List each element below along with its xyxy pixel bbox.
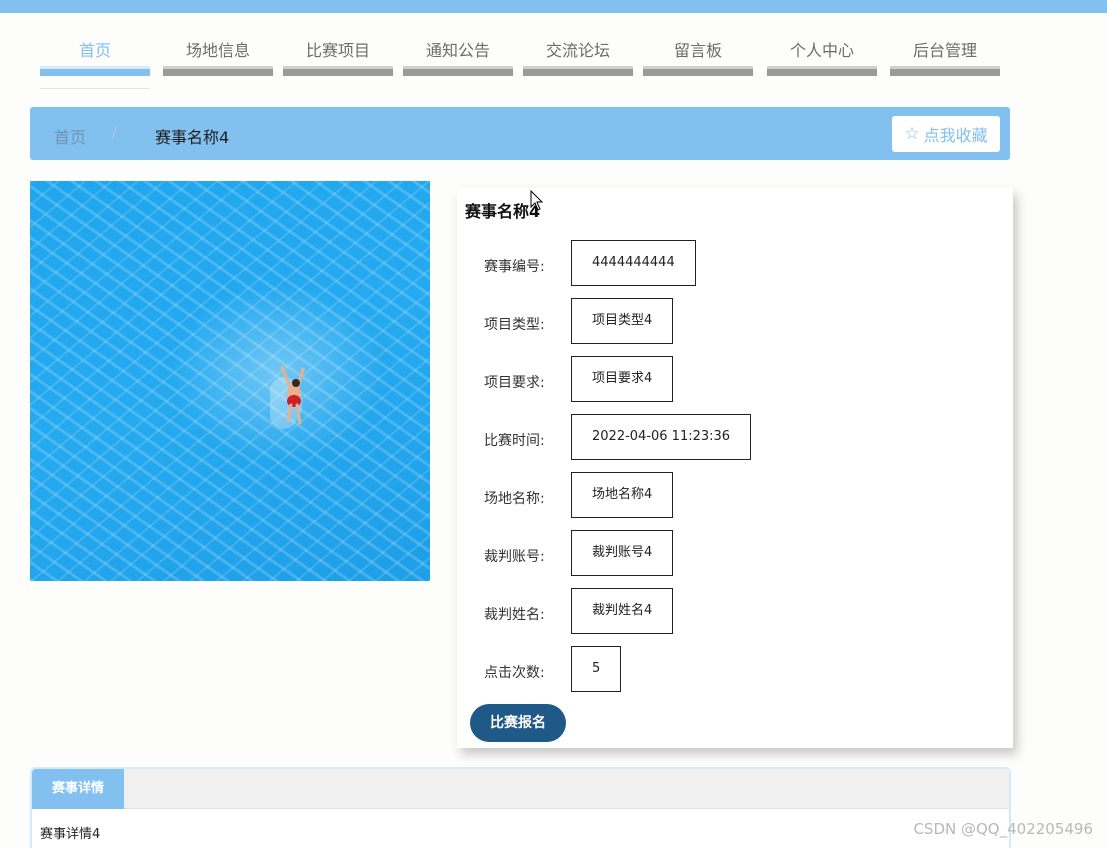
field-label-project-requirements: 项目要求: [484, 375, 545, 391]
nav-indicator [283, 66, 393, 76]
nav-indicator [163, 66, 273, 76]
field-label-venue-name: 场地名称: [484, 491, 545, 507]
nav-item-label: 通知公告 [425, 41, 490, 60]
top-accent-bar [0, 0, 1107, 13]
field-value-match-time: 2022-04-06 11:23:36 [571, 414, 752, 460]
field-value-referee-account: 裁判账号4 [571, 530, 674, 576]
nav-item-label: 留言板 [673, 41, 722, 60]
field-label-referee-name: 裁判姓名: [484, 607, 545, 623]
nav-item-competitions[interactable]: 比赛项目 [283, 28, 393, 76]
nav-indicator [403, 66, 513, 76]
field-label-event-id: 赛事编号: [484, 259, 545, 275]
field-value-project-type: 项目类型4 [571, 298, 674, 344]
field-label-match-time: 比赛时间: [484, 433, 545, 449]
nav-item-forum[interactable]: 交流论坛 [523, 28, 633, 76]
field-value-click-count: 5 [571, 646, 622, 692]
nav-indicator [523, 66, 633, 76]
field-label-click-count: 点击次数: [484, 665, 545, 681]
nav-indicator [767, 66, 877, 76]
signup-button[interactable]: 比赛报名 [470, 704, 566, 742]
nav-item-home[interactable]: 首页 [40, 28, 150, 89]
nav-item-profile[interactable]: 个人中心 [767, 28, 877, 76]
nav-item-label: 场地信息 [185, 41, 250, 60]
details-content: 赛事详情4 [40, 827, 101, 842]
breadcrumb-current: 赛事名称4 [155, 128, 230, 147]
nav-indicator [40, 66, 150, 76]
breadcrumb: 首页 / 赛事名称4 ☆ 点我收藏 [30, 107, 1010, 160]
nav-indicator [890, 66, 1000, 76]
nav-item-announcements[interactable]: 通知公告 [403, 28, 513, 76]
breadcrumb-home-link[interactable]: 首页 [54, 124, 86, 148]
event-info-card: 赛事名称4 赛事编号: 4444444444 项目类型: 项目类型4 项目要求:… [457, 188, 1013, 748]
details-panel: 赛事详情 赛事详情4 [30, 767, 1011, 848]
nav-item-label: 个人中心 [789, 41, 854, 60]
field-value-venue-name: 场地名称4 [571, 472, 674, 518]
mouse-cursor-icon [530, 190, 544, 211]
nav-item-label: 比赛项目 [305, 41, 370, 60]
nav-item-admin[interactable]: 后台管理 [890, 28, 1000, 76]
swimmer-figure [270, 365, 305, 429]
nav-item-label: 首页 [78, 41, 111, 60]
details-tab-bar: 赛事详情 [32, 769, 1009, 809]
field-label-project-type: 项目类型: [484, 317, 545, 333]
nav-item-message-board[interactable]: 留言板 [643, 28, 753, 76]
watermark: CSDN @QQ_402205496 [913, 820, 1093, 838]
event-title: 赛事名称4 [465, 202, 541, 221]
nav-indicator [643, 66, 753, 76]
nav-item-label: 交流论坛 [545, 41, 610, 60]
field-value-referee-name: 裁判姓名4 [571, 588, 674, 634]
breadcrumb-separator: / [112, 125, 117, 141]
field-label-referee-account: 裁判账号: [484, 549, 545, 565]
star-outline-icon: ☆ [904, 123, 920, 144]
field-value-project-requirements: 项目要求4 [571, 356, 674, 402]
event-photo [30, 181, 430, 581]
nav-item-label: 后台管理 [912, 41, 977, 60]
tab-event-details[interactable]: 赛事详情 [32, 769, 124, 809]
nav-item-venue-info[interactable]: 场地信息 [163, 28, 273, 76]
field-value-event-id: 4444444444 [571, 240, 696, 286]
main-nav: 首页 场地信息 比赛项目 通知公告 交流论坛 留言板 个人中心 后台管理 [0, 28, 1107, 89]
favorite-button[interactable]: ☆ 点我收藏 [892, 116, 1000, 152]
favorite-button-label: 点我收藏 [923, 126, 988, 145]
